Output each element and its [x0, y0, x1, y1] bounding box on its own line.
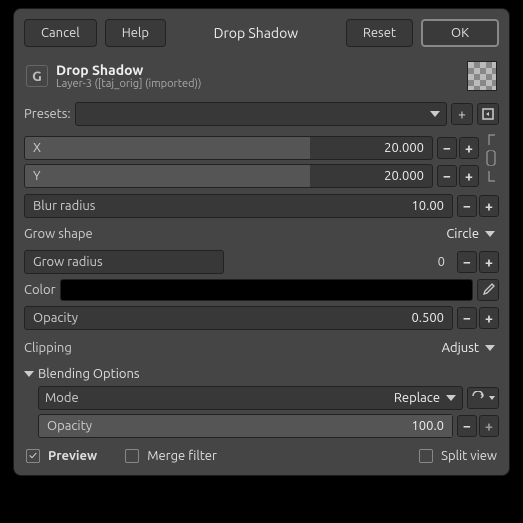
link-xy-icon[interactable]	[483, 133, 499, 191]
preview-label: Preview	[48, 449, 97, 463]
dialog-window: Cancel Help Drop Shadow Reset OK G Drop …	[13, 8, 510, 476]
grow-shape-label: Grow shape	[24, 227, 446, 241]
layer-info: Layer-3 ([taj_orig] (imported))	[56, 78, 201, 90]
dialog-footer: Preview Merge filter Split view	[24, 441, 499, 465]
blend-mode-switch-icon[interactable]	[467, 387, 499, 409]
clipping-select[interactable]: Clipping Adjust	[24, 336, 499, 360]
clipping-label: Clipping	[24, 341, 442, 355]
gimp-icon: G	[26, 65, 48, 87]
blur-increment-button[interactable]: +	[479, 195, 499, 217]
color-label: Color	[24, 283, 56, 297]
opacity-increment-button[interactable]: +	[479, 307, 499, 329]
dialog-body: Presets: + X 20.000 − +	[14, 95, 509, 475]
x-slider[interactable]: X 20.000	[24, 136, 433, 160]
manage-presets-icon[interactable]	[477, 103, 499, 125]
blend-mode-value: Replace	[394, 391, 440, 405]
blur-value: 10.00	[411, 199, 444, 213]
opacity-decrement-button[interactable]: −	[457, 307, 477, 329]
grow-shape-select[interactable]: Grow shape Circle	[24, 222, 499, 246]
blend-opacity-decrement-button[interactable]: −	[457, 415, 477, 437]
presets-label: Presets:	[24, 107, 71, 121]
help-button[interactable]: Help	[105, 19, 166, 47]
clipping-value: Adjust	[442, 341, 479, 355]
grow-radius-slider[interactable]: Grow radius	[24, 250, 224, 274]
merge-filter-label: Merge filter	[147, 449, 217, 463]
merge-filter-checkbox[interactable]	[125, 449, 139, 463]
x-value: 20.000	[384, 141, 424, 155]
eyedropper-icon[interactable]	[477, 279, 499, 301]
opacity-value: 0.500	[411, 311, 444, 325]
blend-mode-label: Mode	[45, 391, 394, 405]
y-label: Y	[33, 169, 384, 183]
preview-thumbnail[interactable]	[467, 61, 497, 91]
x-increment-button[interactable]: +	[459, 137, 479, 159]
color-well[interactable]	[60, 279, 474, 301]
chevron-down-icon	[24, 371, 34, 377]
blur-decrement-button[interactable]: −	[457, 195, 477, 217]
grow-radius-decrement-button[interactable]: −	[457, 251, 477, 273]
y-value: 20.000	[384, 169, 424, 183]
split-view-checkbox[interactable]	[419, 449, 433, 463]
blur-label: Blur radius	[33, 199, 411, 213]
y-decrement-button[interactable]: −	[437, 165, 457, 187]
y-slider[interactable]: Y 20.000	[24, 164, 433, 188]
opacity-label: Opacity	[33, 311, 411, 325]
blend-mode-select[interactable]: Mode Replace	[38, 386, 463, 410]
dialog-title: Drop Shadow	[208, 25, 305, 41]
blur-slider[interactable]: Blur radius 10.00	[24, 194, 453, 218]
reset-button[interactable]: Reset	[346, 19, 413, 47]
grow-radius-value: 0	[228, 255, 453, 269]
blend-opacity-value: 100.0	[411, 419, 444, 433]
preview-checkbox[interactable]	[26, 449, 40, 463]
add-preset-icon[interactable]: +	[451, 103, 473, 125]
filter-header: G Drop Shadow Layer-3 ([taj_orig] (impor…	[14, 55, 509, 95]
split-view-label: Split view	[441, 449, 497, 463]
x-label: X	[33, 141, 384, 155]
blending-expander[interactable]: Blending Options	[24, 363, 499, 383]
filter-name: Drop Shadow	[56, 62, 201, 78]
x-decrement-button[interactable]: −	[437, 137, 457, 159]
blend-opacity-slider[interactable]: Opacity 100.0	[38, 414, 453, 438]
opacity-slider[interactable]: Opacity 0.500	[24, 306, 453, 330]
ok-button[interactable]: OK	[421, 19, 499, 47]
grow-radius-label: Grow radius	[33, 255, 215, 269]
grow-radius-increment-button[interactable]: +	[479, 251, 499, 273]
blend-opacity-increment-button[interactable]: +	[479, 415, 499, 437]
cancel-button[interactable]: Cancel	[24, 19, 97, 47]
titlebar: Cancel Help Drop Shadow Reset OK	[14, 9, 509, 55]
grow-shape-value: Circle	[446, 227, 479, 241]
y-increment-button[interactable]: +	[459, 165, 479, 187]
blend-opacity-label: Opacity	[47, 419, 411, 433]
blending-title: Blending Options	[38, 367, 140, 381]
presets-combo[interactable]	[75, 102, 447, 126]
